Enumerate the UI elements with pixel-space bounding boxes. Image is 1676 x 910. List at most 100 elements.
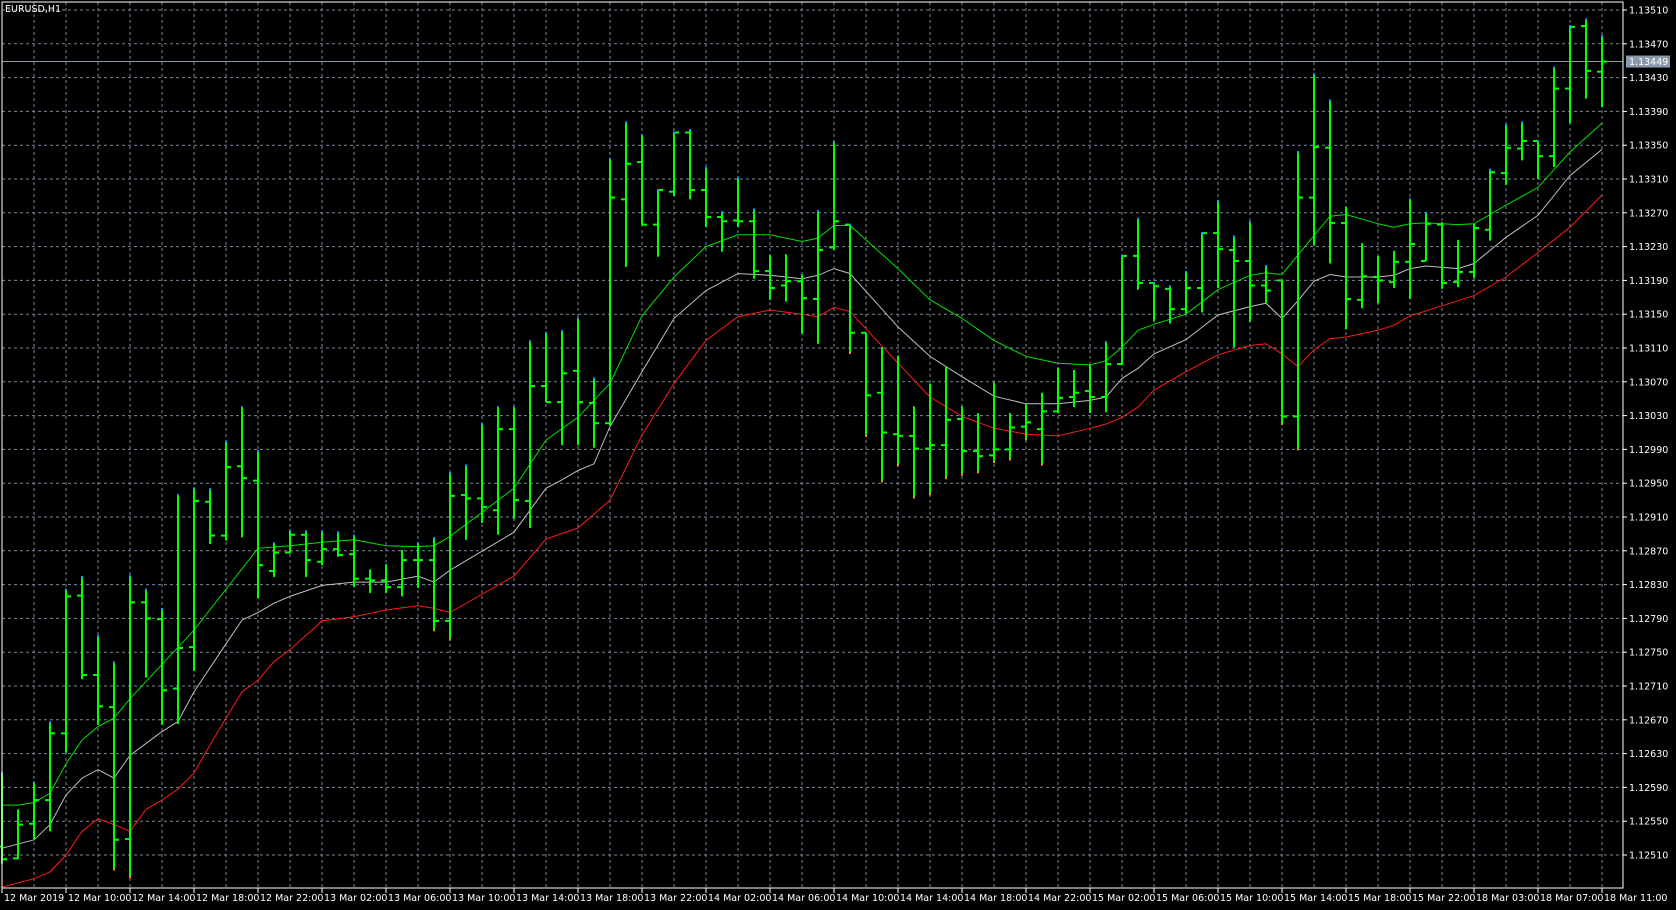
high-marker xyxy=(337,531,339,534)
high-marker xyxy=(673,131,675,134)
high-marker xyxy=(433,537,435,540)
high-marker xyxy=(1185,270,1187,273)
high-marker xyxy=(577,317,579,320)
high-marker xyxy=(481,423,483,426)
high-marker xyxy=(609,157,611,160)
high-marker xyxy=(305,530,307,533)
high-marker xyxy=(1553,66,1555,69)
price-tick-label: 1.13510 xyxy=(1629,6,1668,17)
high-marker xyxy=(593,377,595,380)
high-marker xyxy=(225,440,227,443)
high-marker xyxy=(273,542,275,545)
price-tick-label: 1.13350 xyxy=(1629,141,1668,152)
time-tick-label: 18 Mar 07:00 xyxy=(1540,893,1603,904)
high-marker xyxy=(1121,254,1123,257)
time-tick-label: 12 Mar 10:00 xyxy=(68,893,131,904)
high-marker xyxy=(817,210,819,213)
high-marker xyxy=(545,331,547,334)
high-marker xyxy=(1505,123,1507,126)
high-marker xyxy=(753,208,755,211)
high-marker xyxy=(1249,221,1251,224)
price-chart[interactable]: 1.13510 1.13470 1.13430 1.13390 1.13350 1.133… xyxy=(0,0,1676,910)
low-marker xyxy=(1297,448,1299,451)
high-marker xyxy=(833,140,835,143)
low-marker xyxy=(865,434,867,437)
high-marker xyxy=(1137,217,1139,220)
time-tick-label: 12 Mar 2019 xyxy=(4,893,64,904)
high-marker xyxy=(1409,198,1411,201)
time-tick-label: 14 Mar 18:00 xyxy=(964,893,1027,904)
high-marker xyxy=(1217,199,1219,202)
time-tick-label: 15 Mar 22:00 xyxy=(1412,893,1475,904)
high-marker xyxy=(529,340,531,343)
time-tick-label: 13 Mar 02:00 xyxy=(324,893,387,904)
high-marker xyxy=(737,177,739,180)
high-marker xyxy=(97,635,99,638)
high-marker xyxy=(465,464,467,467)
high-marker xyxy=(289,529,291,532)
price-tick-label: 1.13310 xyxy=(1629,175,1668,186)
time-tick-label: 14 Mar 10:00 xyxy=(836,893,899,904)
low-marker xyxy=(993,461,995,464)
price-tick-label: 1.12710 xyxy=(1629,682,1668,693)
high-marker xyxy=(689,128,691,131)
high-marker xyxy=(417,542,419,545)
high-marker xyxy=(1425,211,1427,214)
low-marker xyxy=(897,464,899,467)
time-tick-label: 14 Mar 06:00 xyxy=(772,893,835,904)
price-tick-label: 1.13470 xyxy=(1629,39,1668,50)
low-marker xyxy=(849,352,851,355)
high-marker xyxy=(625,121,627,124)
high-marker xyxy=(497,406,499,409)
time-tick-label: 15 Mar 18:00 xyxy=(1348,893,1411,904)
price-tick-label: 1.12670 xyxy=(1629,715,1668,726)
price-tick-label: 1.12950 xyxy=(1629,479,1668,490)
high-marker xyxy=(849,223,851,226)
low-marker xyxy=(113,868,115,871)
high-marker xyxy=(1329,99,1331,102)
time-tick-label: 13 Mar 22:00 xyxy=(644,893,707,904)
low-marker xyxy=(977,471,979,474)
high-marker xyxy=(241,406,243,409)
price-tick-label: 1.12750 xyxy=(1629,648,1668,659)
high-marker xyxy=(161,608,163,611)
time-tick-label: 12 Mar 22:00 xyxy=(260,893,323,904)
high-marker xyxy=(209,488,211,491)
low-marker xyxy=(913,496,915,499)
high-marker xyxy=(1521,121,1523,124)
low-marker xyxy=(1281,423,1283,426)
price-tick-label: 1.13110 xyxy=(1629,344,1668,355)
time-tick-label: 15 Mar 02:00 xyxy=(1092,893,1155,904)
current-price-label: 1.13449 xyxy=(1626,55,1670,68)
high-marker xyxy=(177,494,179,497)
time-tick-label: 12 Mar 14:00 xyxy=(132,893,195,904)
price-tick-label: 1.13430 xyxy=(1629,73,1668,84)
price-tick-label: 1.13230 xyxy=(1629,242,1668,253)
high-marker xyxy=(65,588,67,591)
high-marker xyxy=(1201,232,1203,235)
low-marker xyxy=(961,473,963,476)
price-tick-label: 1.12510 xyxy=(1629,851,1668,862)
high-marker xyxy=(561,330,563,333)
price-tick-label: 1.13390 xyxy=(1629,107,1668,118)
high-marker xyxy=(1585,18,1587,21)
time-tick-label: 14 Mar 14:00 xyxy=(900,893,963,904)
high-marker xyxy=(257,450,259,453)
price-tick-label: 1.13030 xyxy=(1629,411,1668,422)
low-marker xyxy=(1025,438,1027,441)
high-marker xyxy=(1153,281,1155,284)
time-tick-label: 15 Mar 14:00 xyxy=(1284,893,1347,904)
chart-background xyxy=(0,0,1676,910)
high-marker xyxy=(1265,265,1267,268)
symbol-title: EURUSD,H1 xyxy=(5,4,61,15)
time-tick-label: 13 Mar 06:00 xyxy=(388,893,451,904)
high-marker xyxy=(1537,139,1539,142)
time-tick-label: 14 Mar 22:00 xyxy=(1028,893,1091,904)
high-marker xyxy=(1105,341,1107,344)
high-marker xyxy=(1313,73,1315,76)
high-marker xyxy=(321,530,323,533)
high-marker xyxy=(641,134,643,137)
high-marker xyxy=(1169,285,1171,288)
price-tick-label: 1.12910 xyxy=(1629,513,1668,524)
time-tick-label: 18 Mar 03:00 xyxy=(1476,893,1539,904)
